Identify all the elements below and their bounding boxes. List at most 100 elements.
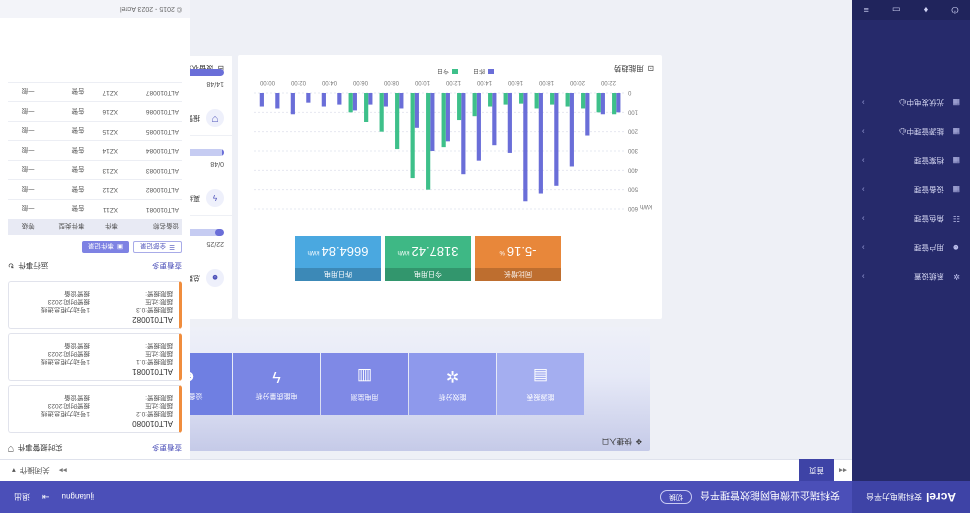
shortcut-tile-label: 用电监测	[350, 393, 379, 400]
sidebar-item[interactable]: ☻ 用户管理 ›	[852, 233, 970, 262]
alarm-detail-row: 越限报警:0.3 1号动力柜总进线	[15, 305, 173, 313]
power-icon[interactable]: ⏻	[951, 5, 958, 16]
shortcut-tile[interactable]: 用电监测 ▥	[321, 353, 408, 415]
y-tick-label: 200	[627, 128, 638, 134]
table-cell: 告警	[37, 180, 88, 200]
alarm-detail-row: 越限:过压 报警时间:2023	[15, 401, 173, 409]
bar-yesterday	[507, 93, 512, 153]
bar-today	[441, 93, 446, 148]
table-cell: ALT010087	[121, 82, 182, 102]
username[interactable]: ijutangnu	[62, 493, 94, 502]
close-operations[interactable]: ▸▸ 关闭操作 ▾	[0, 465, 72, 476]
mail-icon[interactable]: ▭	[892, 5, 901, 16]
table-cell: 一般	[8, 180, 38, 200]
event-table-body: ALT010081 XZ11 告警 一般 ALT010082 XZ12 告警 一般 ALT010…	[8, 82, 182, 219]
sidebar-item[interactable]: ▦ 能源管理中心 ›	[852, 117, 970, 146]
event-more-link[interactable]: 查看更多	[152, 261, 182, 272]
bell-icon[interactable]: ♦	[924, 5, 929, 15]
gear-icon: ✲	[445, 367, 460, 384]
alarm-card[interactable]: ALT010081 越限报警:0.1 1号动力柜总进线 越限:过压 报警时间:2023 越…	[8, 333, 182, 381]
shortcut-tile[interactable]: 能效分析 ✲	[409, 353, 496, 415]
bar-yesterday	[399, 93, 404, 109]
tab-home[interactable]: 首页	[799, 459, 834, 482]
bar-today	[348, 93, 353, 113]
kpi-label: 今日用电	[385, 268, 471, 281]
switch-button[interactable]: 切换	[660, 490, 692, 504]
energy-kpi-card: 昨日用电 6664.84 kWh	[295, 236, 381, 281]
shortcut-tile[interactable]: 能源报表 ▤	[497, 353, 584, 415]
chevron-right-icon: ›	[862, 185, 865, 194]
alarm-detail: 报警时间:2023	[47, 298, 90, 305]
table-cell: ALT010082	[121, 180, 182, 200]
table-row[interactable]: ALT010086 XZ16 告警 一般	[8, 102, 182, 122]
sidebar-item[interactable]: ✲ 系统设置 ›	[852, 262, 970, 291]
bar-yesterday	[492, 93, 497, 146]
bar-today	[379, 93, 384, 132]
alarm-card[interactable]: ALT010080 越限报警:0.2 1号动力柜总进线 越限:过压 报警时间:2023 越…	[8, 385, 182, 433]
shortcut-tile-label: 能效分析	[438, 393, 467, 400]
kpi-value: 6664.84 kWh	[295, 236, 381, 268]
kpi-value: 3187.42 kWh	[385, 236, 471, 268]
all-records-button[interactable]: ☰ 全部记录	[133, 241, 182, 253]
alarm-card[interactable]: ALT010082 越限报警:0.3 1号动力柜总进线 越限:过压 报警时间:2023 越…	[8, 281, 182, 329]
table-cell: 告警	[37, 141, 88, 161]
bar-today	[581, 93, 586, 109]
table-row[interactable]: ALT010081 XZ11 告警 一般	[8, 199, 182, 219]
event-column-header: 设备名称	[121, 219, 182, 235]
alarm-list: ALT010080 越限报警:0.2 1号动力柜总进线 越限:过压 报警时间:2023 越…	[0, 281, 190, 433]
list-icon: ☰	[169, 243, 175, 250]
sidebar-item[interactable]: ☷ 角色管理 ›	[852, 204, 970, 233]
alarm-id: ALT010082	[132, 315, 173, 324]
tab-scroll-left-icon[interactable]: ◂◂	[834, 466, 852, 475]
alarm-id: ALT010080	[132, 419, 173, 428]
table-row[interactable]: ALT010087 XZ17 告警 一般	[8, 82, 182, 102]
energy-trend-panel: ⊡ 用能趋势 同比增长 -5.16% 今日用电 3187.42 kWh 昨日用电 6664.…	[238, 55, 662, 319]
bolt-icon: ϟ	[272, 368, 281, 385]
bar-today	[503, 93, 508, 105]
alarm-detail-row: 越限:过压 报警时间:2023	[15, 297, 173, 305]
tab-scroll-right-icon[interactable]: ▸▸	[54, 466, 72, 475]
shield-icon: ⛉	[206, 109, 224, 127]
table-cell: 一般	[8, 160, 38, 180]
sidebar-item-label: 用户管理	[914, 243, 944, 252]
chevron-down-icon: ▾	[12, 466, 16, 475]
x-tick-label: 02:00	[290, 79, 306, 85]
bolt-icon: ϟ	[206, 189, 224, 207]
brand[interactable]: Acrel 安科瑞电力平台	[852, 481, 970, 513]
alarm-detail: 报警设备	[64, 394, 90, 401]
bar-yesterday	[306, 93, 311, 103]
kpi-number: -5.16	[506, 244, 537, 260]
table-row[interactable]: ALT010085 XZ15 告警 一般	[8, 121, 182, 141]
menu-icon[interactable]: ≡	[864, 5, 869, 15]
table-cell: XZ11	[87, 199, 122, 219]
shortcut-tile[interactable]: 电能质量分析 ϟ	[233, 353, 320, 415]
alarm-detail-row: 越限:过压 报警时间:2023	[15, 349, 173, 357]
table-row[interactable]: ALT010084 XZ14 告警 一般	[8, 141, 182, 161]
sidebar-item[interactable]: ▦ 光伏发电中心 ›	[852, 88, 970, 117]
chart-icon: ▥	[356, 367, 373, 384]
alarm-title-wrap: 实时报警事件 ⛉	[8, 443, 63, 454]
table-cell: 告警	[37, 160, 88, 180]
event-records-button[interactable]: ▣ 事件记录	[82, 241, 130, 253]
grid-icon: ▦	[952, 98, 960, 107]
shield-icon: ⛉	[8, 444, 14, 453]
sidebar-item-label: 能源管理中心	[899, 127, 944, 136]
event-table: 设备名称 事件 事件类型 等级 ALT010081 XZ11 告警 一般 ALT010082 X…	[8, 82, 182, 235]
chevron-right-icon: ›	[862, 243, 865, 252]
bar-today	[612, 93, 617, 115]
sidebar-item[interactable]: ▦ 设备管理 ›	[852, 175, 970, 204]
logout-icon[interactable]: ⇥	[42, 492, 50, 503]
user-icon: ☻	[206, 269, 224, 287]
bar-yesterday	[616, 93, 621, 113]
table-cell: 一般	[8, 141, 38, 161]
bar-yesterday	[538, 93, 543, 194]
y-tick-label: 600	[627, 205, 638, 211]
logout-button[interactable]: 退出	[14, 492, 30, 503]
alarm-more-link[interactable]: 查看更多	[152, 443, 182, 454]
bar-yesterday	[476, 93, 481, 161]
sidebar-item[interactable]: ▦ 档案管理 ›	[852, 146, 970, 175]
table-row[interactable]: ALT010083 XZ13 告警 一般	[8, 160, 182, 180]
x-tick-label: 10:00	[414, 79, 430, 85]
table-cell: XZ16	[87, 102, 122, 122]
table-row[interactable]: ALT010082 XZ12 告警 一般	[8, 180, 182, 200]
